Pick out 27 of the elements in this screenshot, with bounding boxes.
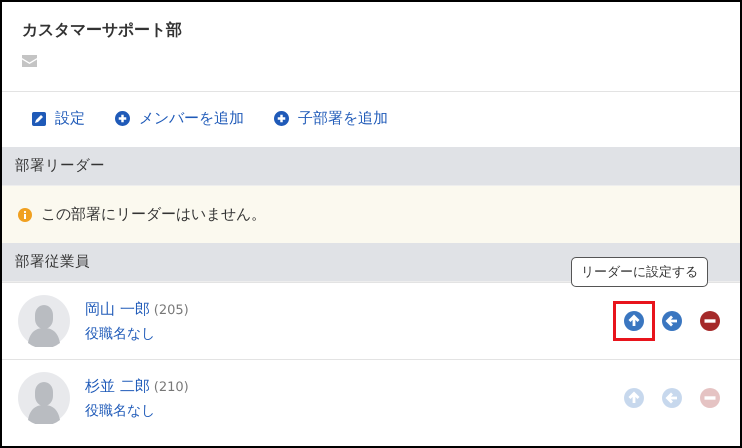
member-number: (205) — [154, 303, 189, 318]
arrow-left-icon — [662, 388, 682, 408]
member-number: (210) — [154, 380, 189, 395]
section-header: 部署リーダー — [2, 147, 740, 186]
notice-text: この部署にリーダーはいません。 — [41, 205, 266, 224]
member-position: 役職名なし — [85, 402, 156, 420]
member-name-link[interactable]: 杉並 二郎 — [85, 377, 150, 395]
plus-icon — [115, 111, 130, 126]
department-title: カスタマーサポート部 — [22, 20, 183, 41]
avatar-icon — [18, 372, 70, 424]
mail-icon — [22, 55, 37, 67]
member-position: 役職名なし — [85, 325, 156, 343]
arrow-left-icon — [662, 311, 682, 331]
minus-icon — [700, 388, 720, 408]
minus-icon — [700, 311, 720, 331]
arrow-up-button[interactable] — [613, 301, 655, 341]
tooltip: リーダーに設定する — [571, 257, 708, 287]
arrow-up-icon — [624, 388, 644, 408]
toolbar-link[interactable]: メンバーを追加 — [115, 109, 244, 128]
plus-icon — [274, 111, 289, 126]
edit-icon — [32, 112, 46, 126]
toolbar-link[interactable]: 設定 — [32, 109, 85, 128]
toolbar-link[interactable]: 子部署を追加 — [274, 109, 388, 128]
arrow-up-icon — [624, 311, 644, 331]
info-icon — [18, 208, 32, 222]
avatar-icon — [18, 295, 70, 347]
member-name-link[interactable]: 岡山 一郎 — [85, 300, 150, 318]
